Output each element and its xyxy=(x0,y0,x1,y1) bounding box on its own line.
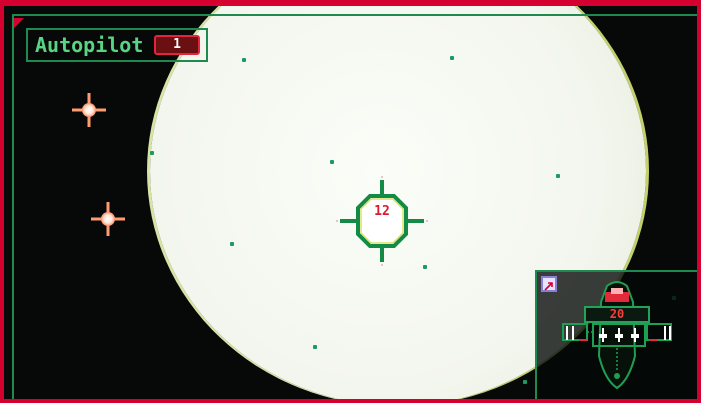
target-reticle-icon[interactable] xyxy=(332,174,432,268)
star-icon xyxy=(91,202,125,236)
space-dot xyxy=(242,58,246,62)
nav-mode-icon[interactable] xyxy=(541,276,557,292)
nav-arrow-icon xyxy=(544,282,553,291)
space-dot xyxy=(523,380,527,384)
space-dot xyxy=(313,345,317,349)
corner-marker-icon xyxy=(14,18,24,28)
star-icon xyxy=(72,93,106,127)
space-dot xyxy=(450,56,454,60)
space-dot xyxy=(556,174,560,178)
ship-schematic-icon xyxy=(562,281,672,390)
space-dot xyxy=(150,151,154,155)
game-viewport: Autopilot 1 12 20 xyxy=(0,0,701,403)
autopilot-level-badge[interactable]: 1 xyxy=(154,35,200,55)
autopilot-label: Autopilot xyxy=(35,33,144,57)
space-dot xyxy=(330,160,334,164)
speed-readout: 20 xyxy=(584,306,650,323)
autopilot-panel[interactable]: Autopilot 1 xyxy=(26,28,208,62)
space-dot xyxy=(230,242,234,246)
ship-status-panel xyxy=(535,270,697,399)
target-distance-readout: 12 xyxy=(374,204,390,219)
